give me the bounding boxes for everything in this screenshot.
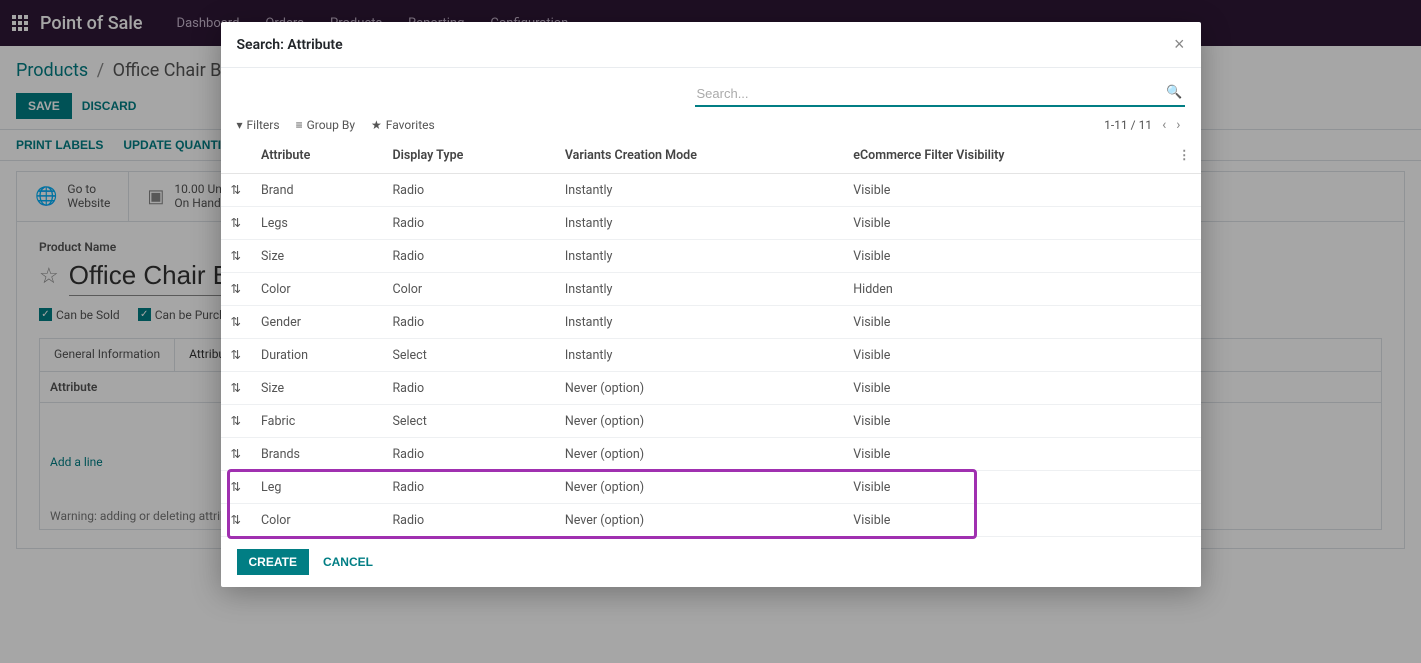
table-row[interactable]: ⇅BrandsRadioNever (option)Visible <box>221 438 1201 471</box>
cell-display: Radio <box>382 372 554 405</box>
cell-creation: Instantly <box>555 339 843 372</box>
cell-creation: Never (option) <box>555 471 843 504</box>
table-row[interactable]: ⇅SizeRadioNever (option)Visible <box>221 372 1201 405</box>
drag-handle-icon[interactable]: ⇅ <box>221 438 251 471</box>
cell-attribute: Brands <box>251 438 382 471</box>
cell-display: Radio <box>382 438 554 471</box>
cell-creation: Instantly <box>555 240 843 273</box>
modal-title: Search: Attribute <box>237 37 343 53</box>
drag-handle-icon[interactable]: ⇅ <box>221 471 251 504</box>
drag-handle-icon[interactable]: ⇅ <box>221 306 251 339</box>
attribute-table: Attribute Display Type Variants Creation… <box>221 137 1201 537</box>
search-icon[interactable]: 🔍 <box>1166 85 1182 100</box>
cell-attribute: Color <box>251 273 382 306</box>
cell-creation: Instantly <box>555 306 843 339</box>
cell-creation: Never (option) <box>555 438 843 471</box>
cell-display: Radio <box>382 240 554 273</box>
cell-attribute: Size <box>251 372 382 405</box>
table-row[interactable]: ⇅FabricSelectNever (option)Visible <box>221 405 1201 438</box>
col-visibility[interactable]: eCommerce Filter Visibility <box>843 137 1168 174</box>
cell-visibility: Visible <box>843 405 1168 438</box>
cell-attribute: Fabric <box>251 405 382 438</box>
cell-attribute: Size <box>251 240 382 273</box>
col-creation[interactable]: Variants Creation Mode <box>555 137 843 174</box>
groupby-button[interactable]: ≡Group By <box>296 118 355 132</box>
cell-visibility: Hidden <box>843 273 1168 306</box>
cell-attribute: Gender <box>251 306 382 339</box>
search-input[interactable] <box>695 82 1185 107</box>
drag-handle-icon[interactable]: ⇅ <box>221 405 251 438</box>
cell-display: Radio <box>382 471 554 504</box>
cell-creation: Instantly <box>555 273 843 306</box>
cell-display: Radio <box>382 174 554 207</box>
cell-display: Radio <box>382 306 554 339</box>
search-attribute-modal: Search: Attribute × 🔍 ▾Filters ≡Group By… <box>221 22 1201 587</box>
cell-visibility: Visible <box>843 504 1168 537</box>
create-button[interactable]: CREATE <box>237 549 309 575</box>
table-row[interactable]: ⇅GenderRadioInstantlyVisible <box>221 306 1201 339</box>
cell-visibility: Visible <box>843 438 1168 471</box>
table-row[interactable]: ⇅BrandRadioInstantlyVisible <box>221 174 1201 207</box>
col-attribute[interactable]: Attribute <box>251 137 382 174</box>
cell-display: Radio <box>382 207 554 240</box>
cell-visibility: Visible <box>843 471 1168 504</box>
cancel-button[interactable]: CANCEL <box>323 555 373 569</box>
cell-display: Select <box>382 405 554 438</box>
list-icon: ≡ <box>296 118 303 132</box>
cell-attribute: Leg <box>251 471 382 504</box>
table-row[interactable]: ⇅ColorRadioNever (option)Visible <box>221 504 1201 537</box>
pager-next-icon[interactable]: › <box>1176 117 1180 133</box>
table-row[interactable]: ⇅LegRadioNever (option)Visible <box>221 471 1201 504</box>
pager-prev-icon[interactable]: ‹ <box>1162 117 1166 133</box>
cell-visibility: Visible <box>843 174 1168 207</box>
star-icon: ★ <box>371 118 382 132</box>
cell-display: Radio <box>382 504 554 537</box>
cell-creation: Never (option) <box>555 372 843 405</box>
drag-handle-icon[interactable]: ⇅ <box>221 504 251 537</box>
drag-handle-icon[interactable]: ⇅ <box>221 339 251 372</box>
filters-button[interactable]: ▾Filters <box>237 118 280 132</box>
modal-footer: CREATE CANCEL <box>221 537 1201 587</box>
modal-overlay: Search: Attribute × 🔍 ▾Filters ≡Group By… <box>0 0 1421 663</box>
cell-visibility: Visible <box>843 306 1168 339</box>
favorites-button[interactable]: ★Favorites <box>371 118 435 132</box>
cell-visibility: Visible <box>843 207 1168 240</box>
cell-visibility: Visible <box>843 339 1168 372</box>
table-row[interactable]: ⇅SizeRadioInstantlyVisible <box>221 240 1201 273</box>
drag-handle-icon[interactable]: ⇅ <box>221 372 251 405</box>
cell-creation: Never (option) <box>555 405 843 438</box>
drag-handle-icon[interactable]: ⇅ <box>221 174 251 207</box>
col-display[interactable]: Display Type <box>382 137 554 174</box>
pager-text: 1-11 / 11 <box>1104 118 1152 132</box>
drag-handle-icon[interactable]: ⇅ <box>221 207 251 240</box>
cell-attribute: Duration <box>251 339 382 372</box>
modal-header: Search: Attribute × <box>221 22 1201 68</box>
table-row[interactable]: ⇅ColorColorInstantlyHidden <box>221 273 1201 306</box>
cell-creation: Instantly <box>555 174 843 207</box>
filter-icon: ▾ <box>237 118 243 132</box>
drag-handle-icon[interactable]: ⇅ <box>221 273 251 306</box>
cell-display: Select <box>382 339 554 372</box>
cell-attribute: Legs <box>251 207 382 240</box>
table-row[interactable]: ⇅LegsRadioInstantlyVisible <box>221 207 1201 240</box>
cell-attribute: Brand <box>251 174 382 207</box>
table-row[interactable]: ⇅DurationSelectInstantlyVisible <box>221 339 1201 372</box>
close-icon[interactable]: × <box>1174 34 1185 55</box>
cell-visibility: Visible <box>843 372 1168 405</box>
cell-creation: Instantly <box>555 207 843 240</box>
drag-handle-icon[interactable]: ⇅ <box>221 240 251 273</box>
kebab-icon[interactable]: ⋮ <box>1168 137 1201 174</box>
modal-search-panel: 🔍 ▾Filters ≡Group By ★Favorites 1-11 / 1… <box>221 68 1201 137</box>
cell-display: Color <box>382 273 554 306</box>
cell-creation: Never (option) <box>555 504 843 537</box>
cell-attribute: Color <box>251 504 382 537</box>
cell-visibility: Visible <box>843 240 1168 273</box>
